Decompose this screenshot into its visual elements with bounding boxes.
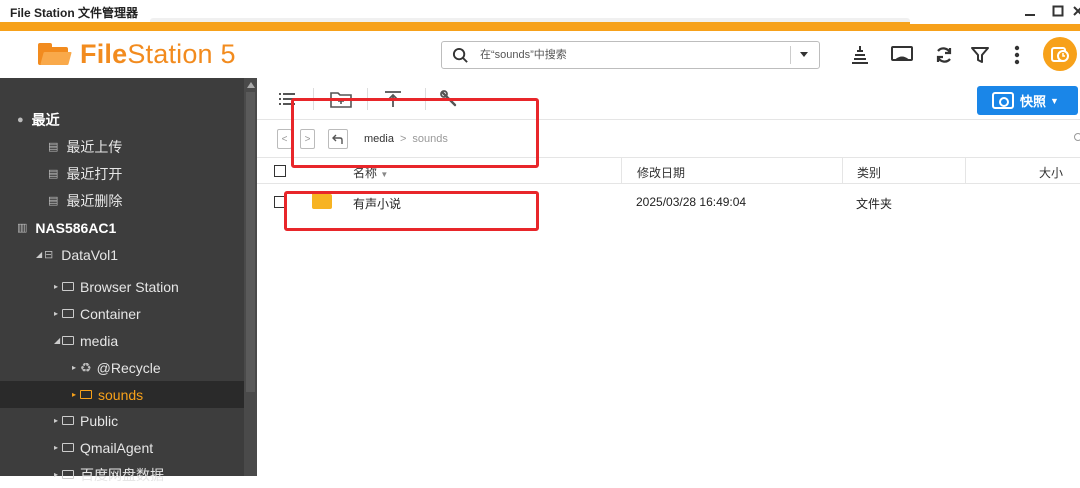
sidebar-scrollbar[interactable] — [244, 78, 257, 476]
file-type: 文件夹 — [856, 197, 893, 211]
chevron-down-icon[interactable] — [800, 52, 808, 57]
expand-right-icon[interactable]: ▸ — [72, 363, 80, 372]
brand-strip — [0, 24, 1080, 31]
app-header: FileStation 5 — [0, 31, 1080, 78]
sidebar: ● 最近 ▤ 最近上传 ▤ 最近打开 ▤ 最近删除 ▥ NAS586AC1 ◢ … — [0, 78, 257, 483]
list-icon: ▤ — [48, 168, 59, 180]
annotation-box — [291, 98, 539, 168]
clock-icon: ● — [17, 113, 24, 126]
sidebar-item-label: 最近打开 — [66, 165, 123, 182]
sidebar-item-label: Container — [80, 305, 141, 322]
sidebar-item-label: 最近 — [31, 111, 60, 128]
logo-text: Station 5 — [127, 38, 236, 69]
sidebar-item-nas[interactable]: ▥ NAS586AC1 — [0, 214, 244, 241]
column-header-label: 名称 — [353, 166, 378, 180]
sidebar-item-label: sounds — [98, 386, 144, 403]
column-divider[interactable] — [621, 158, 622, 184]
expand-right-icon[interactable]: ▸ — [54, 416, 62, 425]
transfer-stack-icon[interactable] — [846, 41, 874, 69]
expand-right-icon[interactable]: ▸ — [54, 282, 62, 291]
sidebar-item-media[interactable]: ◢ media — [0, 327, 244, 354]
folder-logo-icon — [38, 43, 72, 65]
sidebar-item-sounds[interactable]: ▸ sounds — [0, 381, 244, 408]
expand-down-icon[interactable]: ◢ — [36, 250, 44, 259]
expand-right-icon[interactable]: ▸ — [54, 443, 62, 452]
sidebar-item-label: QmailAgent — [80, 439, 154, 456]
select-all-checkbox[interactable] — [274, 165, 286, 177]
close-icon[interactable] — [1066, 2, 1080, 22]
list-icon: ▤ — [48, 195, 59, 207]
expand-down-icon[interactable]: ◢ — [54, 336, 62, 345]
sidebar-item-recent[interactable]: ● 最近 — [0, 106, 244, 133]
expand-right-icon[interactable]: ▸ — [54, 470, 62, 479]
column-divider[interactable] — [842, 158, 843, 184]
sidebar-item-recent-deleted[interactable]: ▤ 最近删除 — [0, 187, 244, 214]
sort-icon: ▼ — [380, 170, 389, 179]
snapshot-icon — [992, 92, 1014, 109]
sidebar-item-public[interactable]: ▸ Public — [0, 407, 244, 434]
expand-right-icon[interactable]: ▸ — [72, 390, 80, 399]
minimize-icon[interactable] — [1018, 2, 1042, 22]
search-input[interactable] — [480, 45, 780, 65]
sidebar-item-recent-opened[interactable]: ▤ 最近打开 — [0, 160, 244, 187]
search-icon[interactable] — [1074, 133, 1080, 141]
refresh-icon[interactable] — [930, 41, 958, 69]
sidebar-item-label: 最近删除 — [66, 192, 123, 209]
sidebar-item-label: media — [80, 332, 119, 349]
back-icon[interactable]: < — [277, 129, 292, 149]
app-logo: FileStation 5 — [38, 39, 236, 69]
window-title: File Station 文件管理器 — [10, 6, 139, 20]
sidebar-item-label: 最近上传 — [66, 138, 123, 155]
sidebar-item-label: Public — [80, 412, 119, 429]
drive-icon: ⊟ — [44, 249, 54, 261]
sidebar-item-browser-station[interactable]: ▸ Browser Station — [0, 273, 244, 300]
column-header-type[interactable]: 类别 — [857, 164, 881, 181]
filter-icon[interactable] — [966, 41, 994, 69]
file-modified: 2025/03/28 16:49:04 — [636, 195, 747, 209]
annotation-box — [284, 191, 539, 231]
window-titlebar: File Station 文件管理器 — [0, 0, 1080, 25]
more-icon[interactable] — [1003, 41, 1031, 69]
list-icon: ▤ — [48, 141, 59, 153]
sidebar-item-container[interactable]: ▸ Container — [0, 300, 244, 327]
sidebar-item-recycle[interactable]: ▸ ♻ @Recycle — [0, 354, 244, 381]
search-box[interactable] — [441, 41, 820, 69]
folder-icon — [62, 443, 74, 452]
recycle-icon: ♻ — [80, 359, 92, 375]
sidebar-item-baidu[interactable]: ▸ 百度网盘数据 — [0, 461, 244, 488]
server-icon: ▥ — [17, 222, 28, 234]
sidebar-item-recent-uploads[interactable]: ▤ 最近上传 — [0, 133, 244, 160]
column-header-modified[interactable]: 修改日期 — [637, 164, 685, 181]
sidebar-item-datavol1[interactable]: ◢ ⊟ DataVol1 — [0, 241, 244, 268]
folder-icon — [62, 309, 74, 318]
sidebar-item-label: 百度网盘数据 — [80, 466, 164, 483]
chevron-down-icon: ▼ — [1050, 95, 1059, 106]
column-header-size[interactable]: 大小 — [1039, 164, 1063, 181]
logo-bold-text: File — [80, 38, 128, 69]
folder-icon — [62, 416, 74, 425]
sidebar-item-label: DataVol1 — [61, 246, 119, 263]
scrollbar-thumb[interactable] — [246, 92, 255, 392]
sidebar-item-label: @Recycle — [96, 359, 161, 376]
expand-right-icon[interactable]: ▸ — [54, 309, 62, 318]
snapshot-label: 快照 — [1020, 94, 1047, 109]
folder-icon — [80, 390, 92, 399]
folder-icon — [62, 282, 74, 291]
search-divider — [790, 46, 791, 64]
cast-icon[interactable] — [888, 41, 916, 69]
sidebar-item-label: NAS586AC1 — [35, 219, 117, 236]
account-icon[interactable] — [1043, 37, 1077, 71]
snapshot-button[interactable]: 快照 ▼ — [977, 86, 1078, 115]
search-icon — [452, 47, 468, 63]
folder-icon — [62, 470, 74, 479]
scroll-up-icon[interactable] — [247, 82, 255, 88]
sidebar-item-qmailagent[interactable]: ▸ QmailAgent — [0, 434, 244, 461]
column-divider[interactable] — [965, 158, 966, 184]
sidebar-item-label: Browser Station — [80, 278, 179, 295]
folder-icon — [62, 336, 74, 345]
